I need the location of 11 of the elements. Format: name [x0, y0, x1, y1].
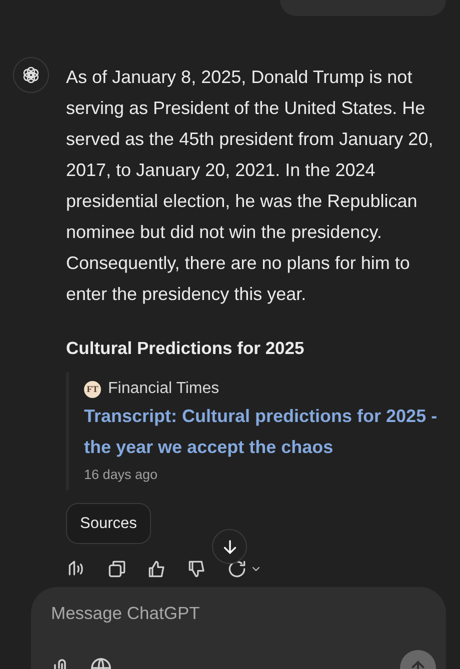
sources-button[interactable]: Sources	[66, 503, 151, 544]
message-field[interactable]: Message ChatGPT	[51, 603, 351, 624]
response-paragraph: As of January 8, 2025, Donald Trump is not serving as President of the United States. He served as the 45th president from January 20, 2017, to January 20, 2021. In the 2024 presidential election, he was the Republican nominee but did not win the presidency. Consequently, there are no plans for him to enter the presidency this year.	[66, 66, 434, 306]
article-link[interactable]: Transcript: Cultural predictions for 2025 - the year we accept the chaos	[84, 401, 444, 463]
article-age: 16 days ago	[84, 467, 159, 482]
scroll-down-button[interactable]	[212, 529, 247, 564]
source-logo: FT	[84, 380, 101, 398]
section-heading: Cultural Predictions for 2025	[66, 337, 306, 360]
regenerate-icon[interactable]	[226, 558, 248, 580]
source-name: Financial Times	[108, 380, 220, 398]
copy-icon[interactable]	[106, 558, 128, 580]
